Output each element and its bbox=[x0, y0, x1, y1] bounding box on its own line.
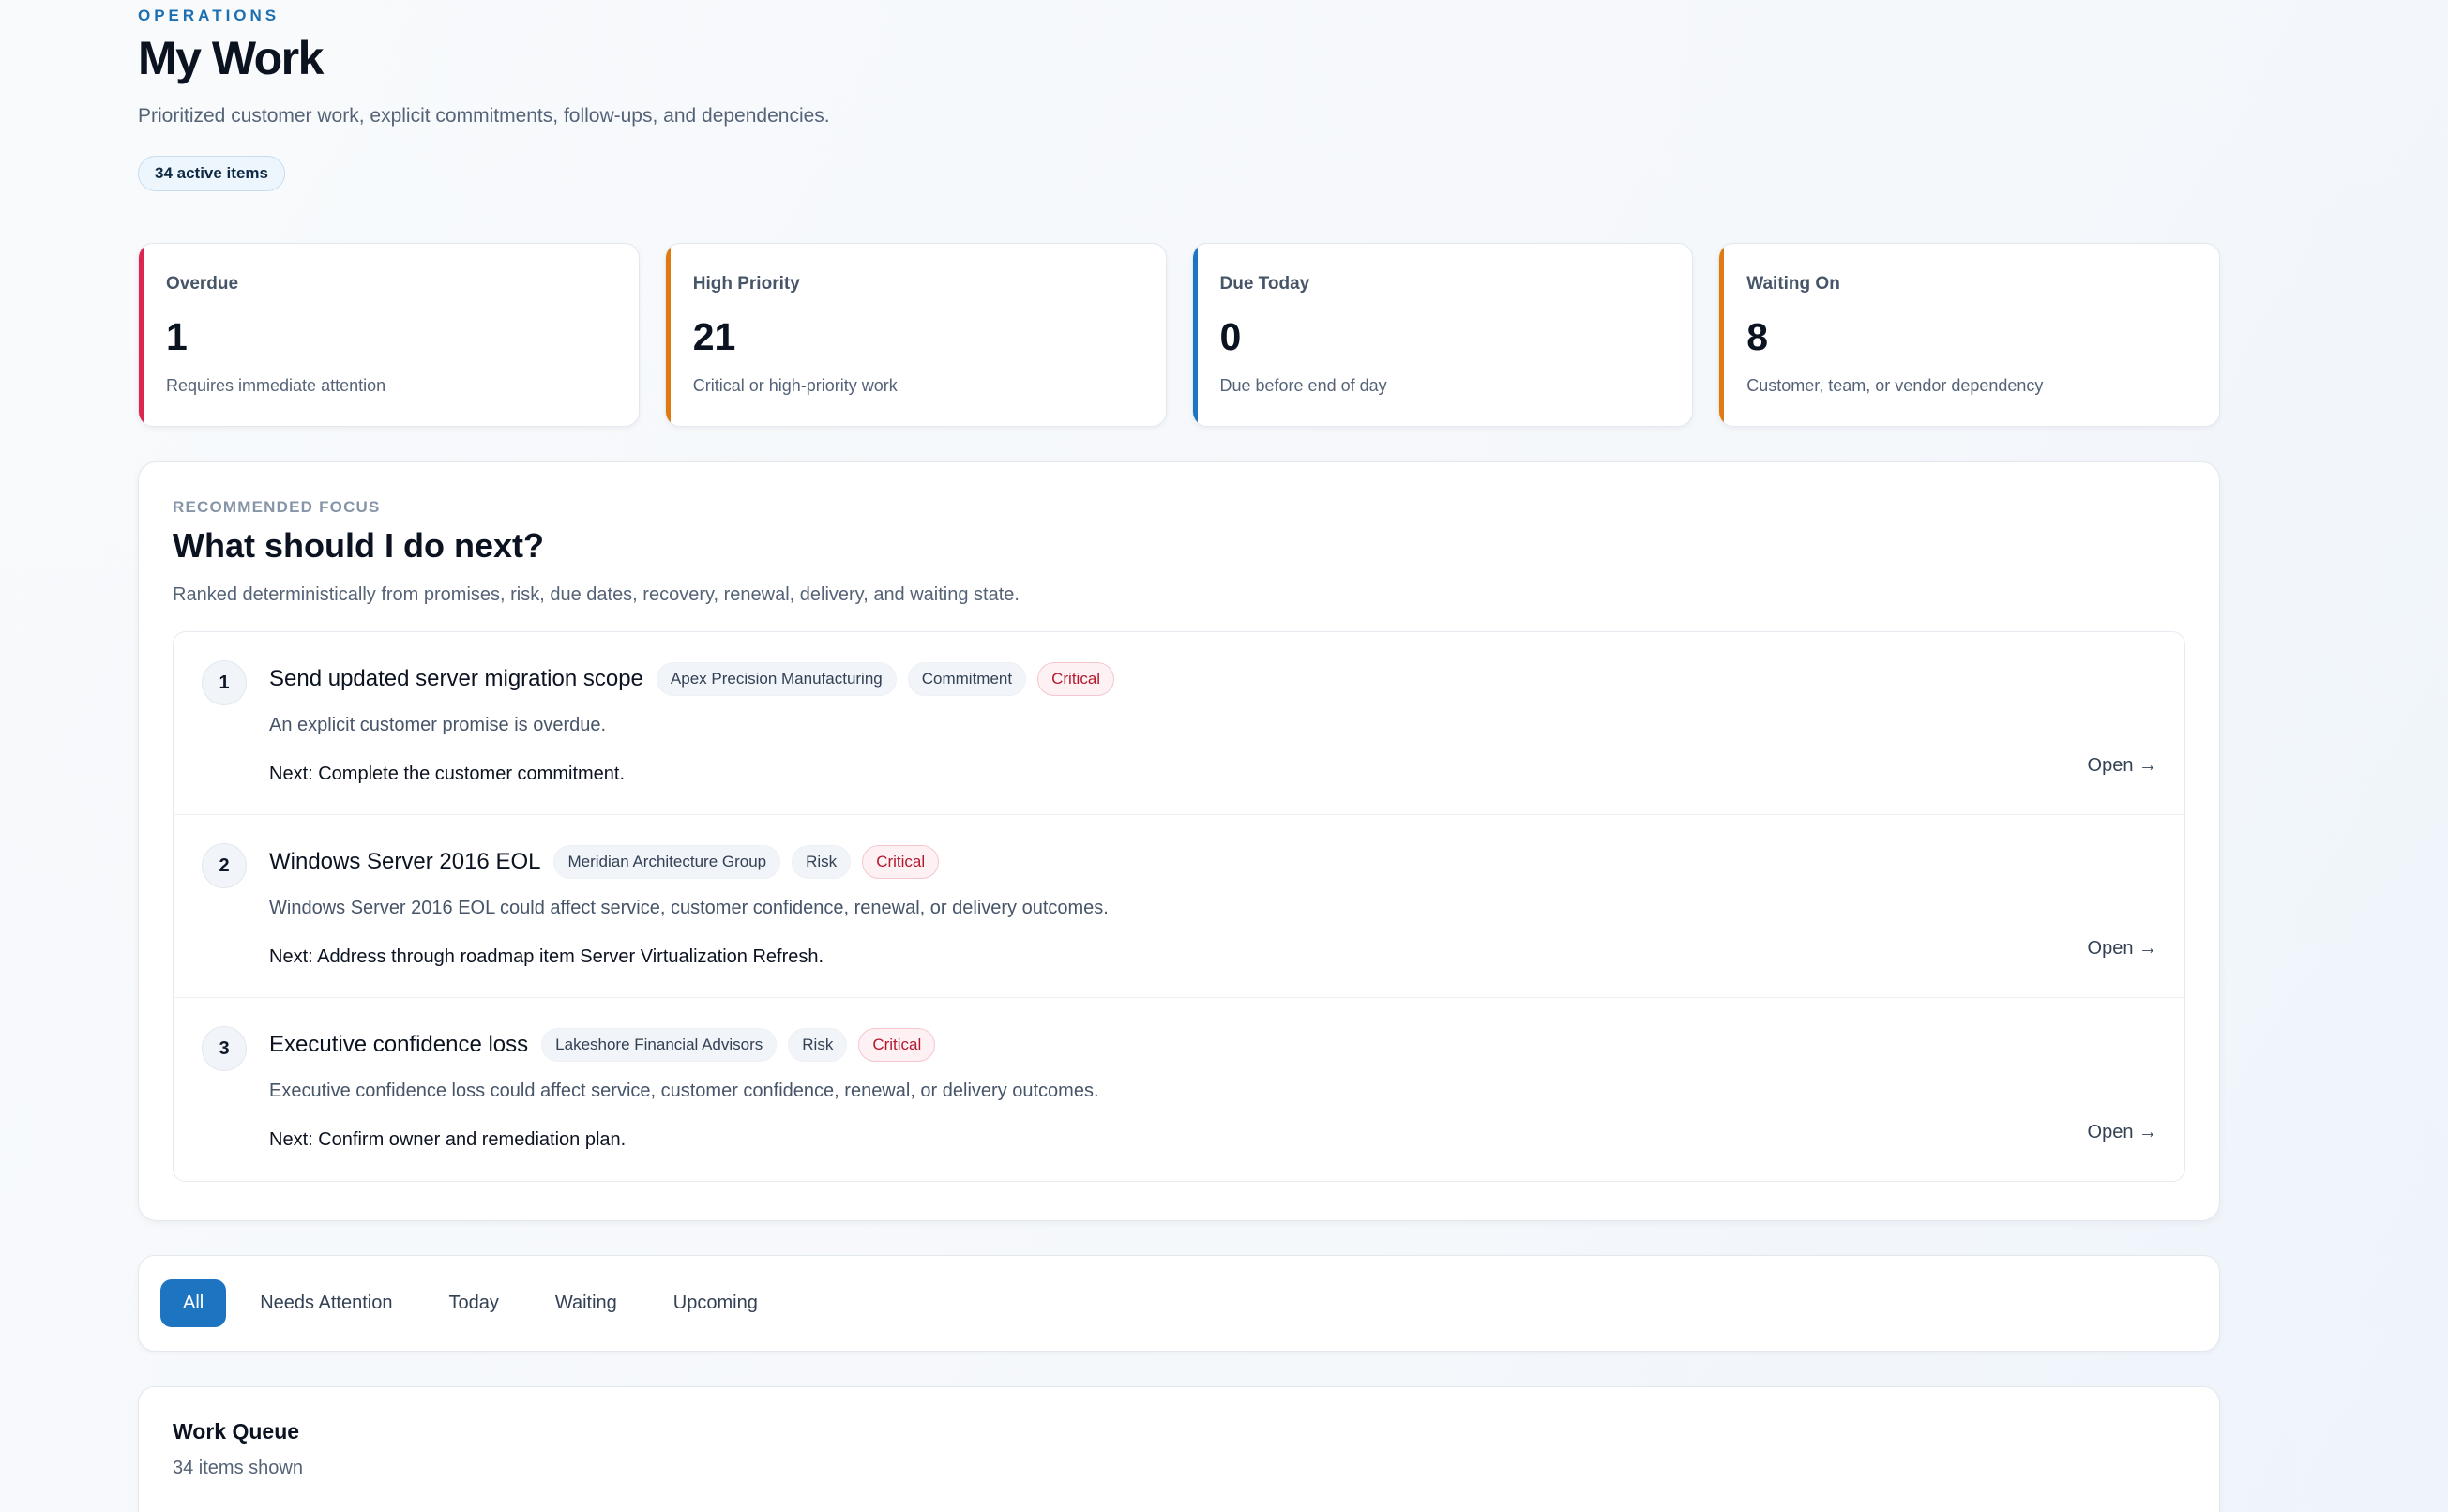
tab-today[interactable]: Today bbox=[426, 1279, 521, 1327]
stat-label: Due Today bbox=[1219, 274, 1310, 294]
recommendation-title[interactable]: Send updated server migration scope bbox=[269, 666, 643, 692]
rank-badge: 2 bbox=[202, 843, 247, 888]
work-queue-card: Work Queue 34 items shown bbox=[138, 1386, 2220, 1512]
recommendation-list: 1 Send updated server migration scope Ap… bbox=[173, 631, 2185, 1182]
rank-badge: 1 bbox=[202, 660, 247, 705]
tab-waiting[interactable]: Waiting bbox=[533, 1279, 640, 1327]
customer-tag: Meridian Architecture Group bbox=[553, 845, 781, 879]
stat-card-due-today[interactable]: Due Today 0 Due before end of day bbox=[1191, 243, 1694, 427]
recommendation-reason: An explicit customer promise is overdue. bbox=[269, 715, 607, 735]
stat-label: Waiting On bbox=[1746, 274, 1840, 294]
rank-badge: 3 bbox=[202, 1026, 247, 1071]
type-tag: Commitment bbox=[907, 662, 1027, 696]
filter-tabs: All Needs Attention Today Waiting Upcomi… bbox=[138, 1255, 2220, 1352]
recommended-focus-card: RECOMMENDED FOCUS What should I do next?… bbox=[138, 461, 2220, 1221]
customer-tag: Apex Precision Manufacturing bbox=[656, 662, 897, 696]
stat-desc: Critical or high-priority work bbox=[692, 376, 898, 395]
stat-value: 8 bbox=[1746, 315, 1769, 358]
recommendation-header: Windows Server 2016 EOL Meridian Archite… bbox=[269, 815, 2184, 879]
severity-tag: Critical bbox=[1037, 662, 1115, 696]
section-eyebrow: OPERATIONS bbox=[138, 7, 280, 24]
severity-tag: Critical bbox=[862, 845, 940, 879]
recommendation-next-step: Next: Address through roadmap item Serve… bbox=[269, 946, 824, 967]
stat-value: 1 bbox=[166, 315, 188, 358]
page-title: My Work bbox=[138, 32, 324, 84]
focus-title: What should I do next? bbox=[173, 526, 544, 565]
tab-upcoming[interactable]: Upcoming bbox=[651, 1279, 780, 1327]
stat-desc: Due before end of day bbox=[1219, 376, 1387, 395]
focus-subtitle: Ranked deterministically from promises, … bbox=[173, 584, 1020, 605]
tab-all[interactable]: All bbox=[160, 1279, 227, 1327]
stats-row: Overdue 1 Requires immediate attention H… bbox=[138, 243, 2220, 427]
stat-value: 21 bbox=[692, 315, 736, 358]
page: OPERATIONS My Work Prioritized customer … bbox=[138, 0, 2220, 1512]
focus-eyebrow: RECOMMENDED FOCUS bbox=[173, 498, 381, 516]
open-link[interactable]: Open → bbox=[2088, 938, 2157, 960]
recommendation-item[interactable]: 2 Windows Server 2016 EOL Meridian Archi… bbox=[174, 815, 2184, 998]
work-queue-count: 34 items shown bbox=[173, 1458, 303, 1478]
recommendation-reason: Executive confidence loss could affect s… bbox=[269, 1081, 1099, 1101]
active-items-badge: 34 active items bbox=[138, 156, 285, 191]
type-tag: Risk bbox=[788, 1028, 848, 1062]
stat-label: Overdue bbox=[166, 274, 239, 294]
recommendation-title[interactable]: Windows Server 2016 EOL bbox=[269, 849, 540, 875]
recommendation-header: Send updated server migration scope Apex… bbox=[269, 632, 2184, 696]
severity-tag: Critical bbox=[858, 1028, 936, 1062]
recommendation-next-step: Next: Confirm owner and remediation plan… bbox=[269, 1129, 627, 1150]
recommendation-title[interactable]: Executive confidence loss bbox=[269, 1032, 528, 1058]
open-link[interactable]: Open → bbox=[2088, 1122, 2157, 1143]
stat-value: 0 bbox=[1219, 315, 1242, 358]
open-link[interactable]: Open → bbox=[2088, 755, 2157, 777]
tab-needs-attention[interactable]: Needs Attention bbox=[237, 1279, 415, 1327]
stat-label: High Priority bbox=[692, 274, 800, 294]
stat-desc: Requires immediate attention bbox=[166, 376, 386, 395]
recommendation-reason: Windows Server 2016 EOL could affect ser… bbox=[269, 898, 1109, 918]
recommendation-item[interactable]: 3 Executive confidence loss Lakeshore Fi… bbox=[174, 998, 2184, 1181]
work-queue-title: Work Queue bbox=[173, 1419, 300, 1444]
stat-card-high-priority[interactable]: High Priority 21 Critical or high-priori… bbox=[664, 243, 1167, 427]
stat-card-waiting-on[interactable]: Waiting On 8 Customer, team, or vendor d… bbox=[1718, 243, 2220, 427]
recommendation-item[interactable]: 1 Send updated server migration scope Ap… bbox=[174, 632, 2184, 815]
page-subtitle: Prioritized customer work, explicit comm… bbox=[138, 105, 830, 127]
stat-desc: Customer, team, or vendor dependency bbox=[1746, 376, 2044, 395]
recommendation-next-step: Next: Complete the customer commitment. bbox=[269, 764, 626, 784]
type-tag: Risk bbox=[792, 845, 852, 879]
customer-tag: Lakeshore Financial Advisors bbox=[541, 1028, 778, 1062]
stat-card-overdue[interactable]: Overdue 1 Requires immediate attention bbox=[138, 243, 640, 427]
recommendation-header: Executive confidence loss Lakeshore Fina… bbox=[269, 998, 2184, 1062]
